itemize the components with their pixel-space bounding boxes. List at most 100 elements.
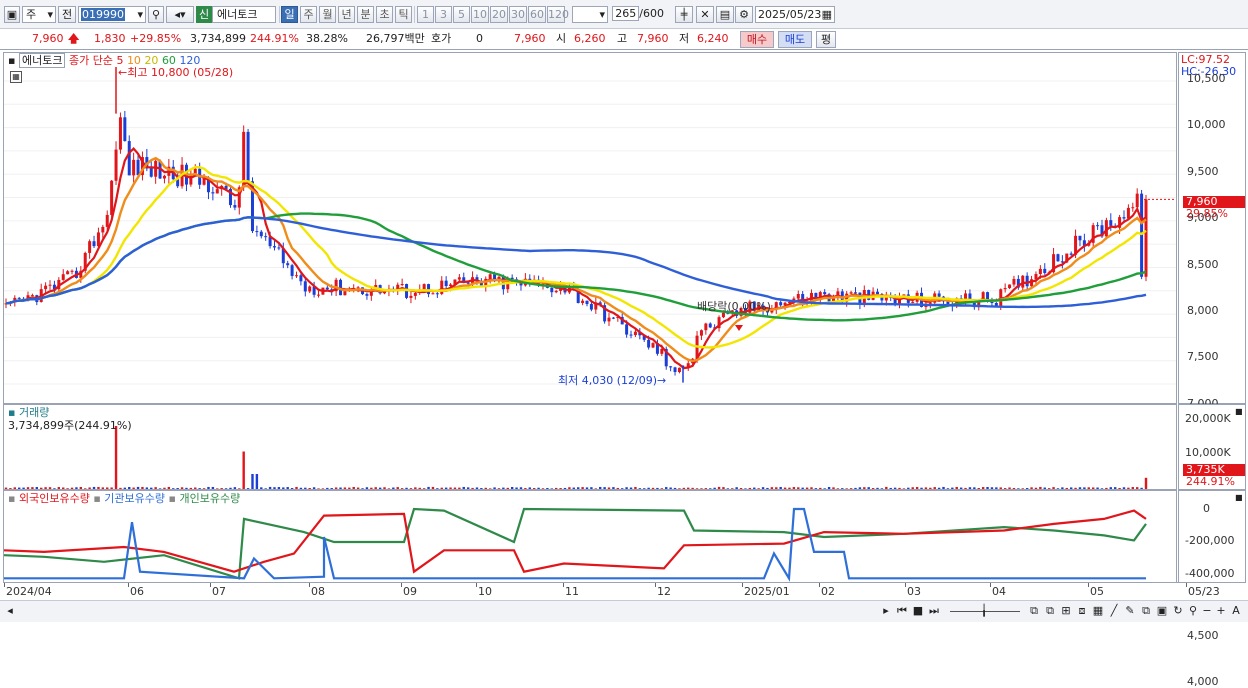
interval-120[interactable]: 120 (547, 6, 569, 23)
volume-bar (101, 487, 105, 489)
close-icon[interactable]: ■ (1235, 492, 1243, 504)
chart-scrollbar[interactable]: ◂ ▸ ⏮ ■ ⏭ ╽ ⧉ ⧉ ⊞ ⧈ ▦ ╱ ✎ ⧉ ▣ ↻ ⚲ − + A (0, 600, 1248, 622)
price-tick: 4,500 (1187, 628, 1219, 642)
image-icon[interactable]: ▣ (1155, 603, 1169, 618)
volume-bar (977, 488, 980, 489)
candle-body (400, 284, 404, 286)
zoom-in-search-icon[interactable]: ⚲ (1187, 603, 1199, 618)
count-field[interactable]: 265/600 (612, 6, 668, 23)
search-icon[interactable]: ⚲ (148, 6, 164, 23)
volume-bar (348, 487, 351, 489)
volume-bar (704, 488, 708, 489)
volume-bar (532, 488, 536, 489)
volume-bar (216, 488, 219, 489)
volume-bar (885, 486, 888, 489)
volume-bar (766, 487, 769, 489)
date-field[interactable]: 2025/05/23 ▦ (755, 6, 835, 23)
sell-button[interactable]: 매도 (778, 31, 812, 48)
grid-icon[interactable]: ▦ (10, 71, 22, 83)
candle-body (1096, 225, 1100, 227)
crosshair-icon[interactable]: ✕ (696, 6, 714, 23)
menu-icon[interactable]: ▪ (8, 54, 15, 67)
candle-body (704, 323, 708, 331)
tab-period-3[interactable]: 년 (338, 6, 355, 23)
volume-bar (924, 487, 928, 489)
price-tick: 8,000 (1187, 304, 1219, 317)
legend-foreign: 외국인보유수량 (18, 492, 90, 505)
zoom-handle[interactable]: ╽ (980, 603, 988, 618)
candle-body (440, 280, 444, 294)
volume-bar (1144, 477, 1148, 489)
plus-icon[interactable]: + (1215, 603, 1227, 618)
volume-bar (550, 488, 553, 489)
calendar-icon[interactable]: ▦ (822, 7, 832, 22)
volume-bar (761, 487, 765, 489)
chart-settings-icon[interactable]: ▣ (4, 6, 20, 23)
avg-button[interactable]: 평 (816, 31, 836, 48)
low-note: 최저 4,030 (12/09) (558, 374, 658, 387)
volume-bar (1047, 488, 1051, 489)
pen-icon[interactable]: ✎ (1123, 603, 1137, 618)
close-icon[interactable]: ■ (1235, 406, 1243, 418)
x-tick-mark (1088, 583, 1089, 587)
candle-body (669, 366, 673, 368)
volume-bar (911, 487, 914, 489)
candle-icon[interactable]: ╪ (675, 6, 693, 23)
tab-period-5[interactable]: 초 (376, 6, 393, 23)
volume-bar (361, 488, 364, 489)
window-icon[interactable]: ⊞ (1059, 603, 1073, 618)
scroll-left-icon[interactable]: ◂ (4, 603, 16, 618)
volume-bar (651, 487, 655, 489)
speaker-icon[interactable]: ◂▾ (166, 6, 194, 23)
price-pane[interactable]: ▪ 에너토크 종가 단순 5 10 20 60 120 ▦ ←최고 10,800… (3, 52, 1177, 404)
stop-icon[interactable]: ■ (912, 603, 924, 618)
tab-period-4[interactable]: 분 (357, 6, 374, 23)
tab-period-0[interactable]: 일 (281, 6, 298, 23)
candle-body (466, 282, 470, 284)
save-icon[interactable]: ▤ (716, 6, 734, 23)
volume-bar (35, 487, 39, 489)
volume-bar (88, 487, 91, 489)
interval-3[interactable]: 3 (435, 6, 452, 23)
chevron-down-icon: ▾ (137, 8, 143, 21)
stock-name-field[interactable]: 에너토크 (212, 6, 276, 23)
interval-5[interactable]: 5 (453, 6, 470, 23)
volume-bar (731, 488, 734, 489)
prev-button[interactable]: 전 (58, 6, 76, 23)
chart-link-icon[interactable]: ⧉ (1139, 603, 1153, 618)
draw-line-icon[interactable]: ╱ (1107, 603, 1121, 618)
volume-bar (893, 487, 897, 489)
volume-bar (471, 487, 474, 489)
tab-period-6[interactable]: 틱 (395, 6, 412, 23)
tab-period-1[interactable]: 주 (300, 6, 317, 23)
chart-type-select[interactable]: 주 ▾ (22, 6, 56, 23)
layout-icon[interactable]: ⧉ (1027, 603, 1041, 618)
refresh-icon[interactable]: ↻ (1171, 603, 1185, 618)
interval-select[interactable]: ▾ (572, 6, 608, 23)
interval-1[interactable]: 1 (417, 6, 434, 23)
scroll-right-icon[interactable]: ▸ (880, 603, 892, 618)
gear-icon[interactable]: ⚙ (735, 6, 753, 23)
volume-pane[interactable]: ▪ 거래량 3,734,899주(244.91%) (3, 404, 1177, 490)
interval-60[interactable]: 60 (528, 6, 546, 23)
compare-icon[interactable]: ⧉ (1043, 603, 1057, 618)
volume-bar (753, 487, 756, 489)
buy-button[interactable]: 매수 (740, 31, 774, 48)
font-size-icon[interactable]: A (1229, 603, 1243, 618)
interval-10[interactable]: 10 (471, 6, 489, 23)
last-pct-tag: 29.85% (1186, 207, 1228, 220)
interval-30[interactable]: 30 (509, 6, 527, 23)
volume-bar (356, 487, 360, 489)
holdings-pane[interactable]: ▪ 외국인보유수량 ▪ 기관보유수량 ▪ 개인보유수량 (3, 490, 1177, 583)
open-label: 시 (556, 32, 567, 45)
interval-20[interactable]: 20 (490, 6, 508, 23)
tab-period-2[interactable]: 월 (319, 6, 336, 23)
rewind-icon[interactable]: ⏮ (895, 603, 909, 618)
minus-icon[interactable]: − (1201, 603, 1213, 618)
grid-icon[interactable]: ▦ (1091, 603, 1105, 618)
volume-bar (515, 487, 518, 489)
split-icon[interactable]: ⧈ (1075, 603, 1089, 618)
candle-body (110, 180, 114, 215)
stock-code-input[interactable]: 019990 ▾ (78, 6, 146, 23)
forward-icon[interactable]: ⏭ (927, 603, 941, 618)
